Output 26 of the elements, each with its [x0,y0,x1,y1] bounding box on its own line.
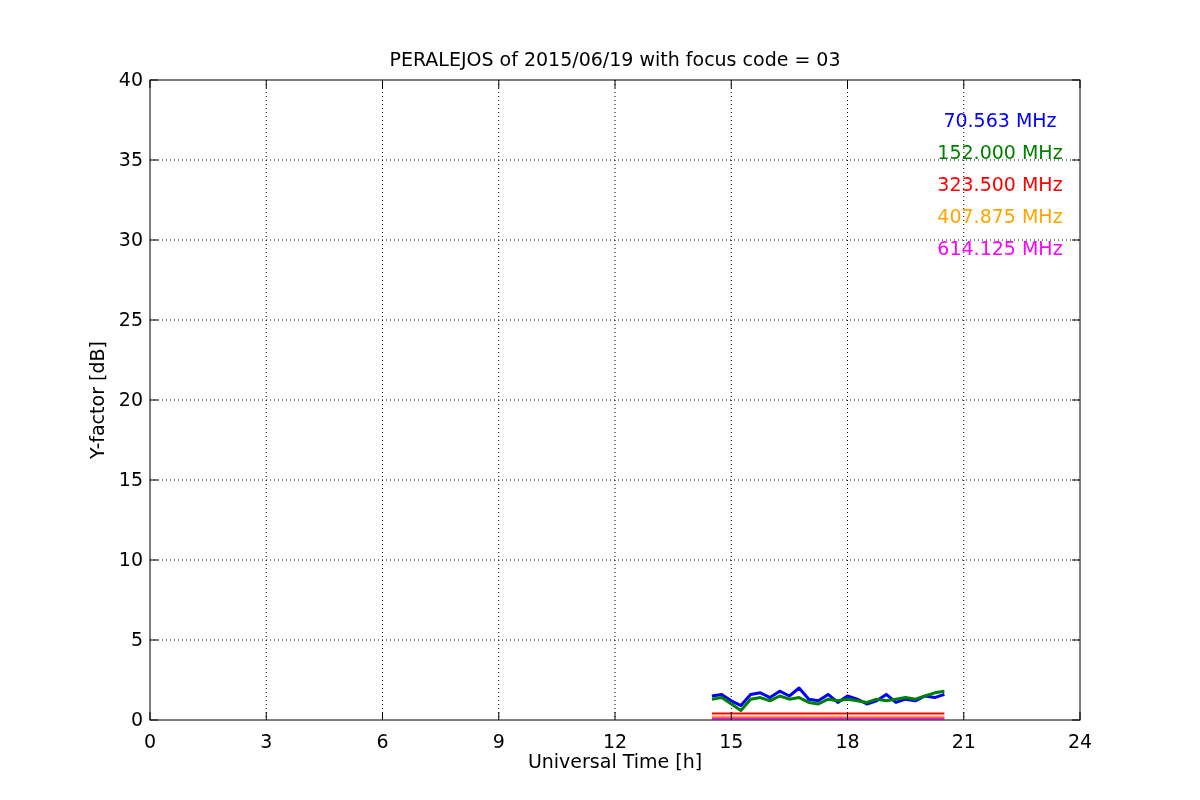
x-tick-label: 15 [719,729,744,752]
y-tick-label: 0 [130,707,143,730]
legend-label: 407.875 MHz [937,204,1063,227]
x-axis-label: Universal Time [h] [527,750,703,772]
legend-label: 323.500 MHz [937,172,1063,195]
y-tick-label: 15 [118,467,143,490]
legend-label: 70.563 MHz [943,108,1057,131]
x-tick-label: 12 [602,729,628,752]
chart-title: PERALEJOS of 2015/06/19 with focus code = 03 [389,48,841,70]
y-tick-label: 40 [118,67,143,90]
y-tick-label: 10 [118,547,143,570]
x-tick-label: 6 [376,729,389,752]
x-tick-label: 0 [143,729,157,752]
legend-label: 614.125 MHz [937,236,1063,259]
legend-label: 152.000 MHz [937,140,1063,163]
y-tick-label: 35 [118,147,143,170]
x-tick-label: 18 [835,729,860,752]
x-tick-label: 3 [260,729,273,752]
y-axis-label: Y-factor [dB] [86,341,108,459]
x-tick-label: 9 [492,729,505,752]
x-tick-label: 24 [1067,729,1093,752]
x-tick-label: 21 [951,729,976,752]
y-tick-label: 5 [130,627,143,650]
y-tick-label: 25 [118,307,143,330]
y-tick-label: 20 [118,387,143,410]
y-tick-label: 30 [118,227,143,250]
